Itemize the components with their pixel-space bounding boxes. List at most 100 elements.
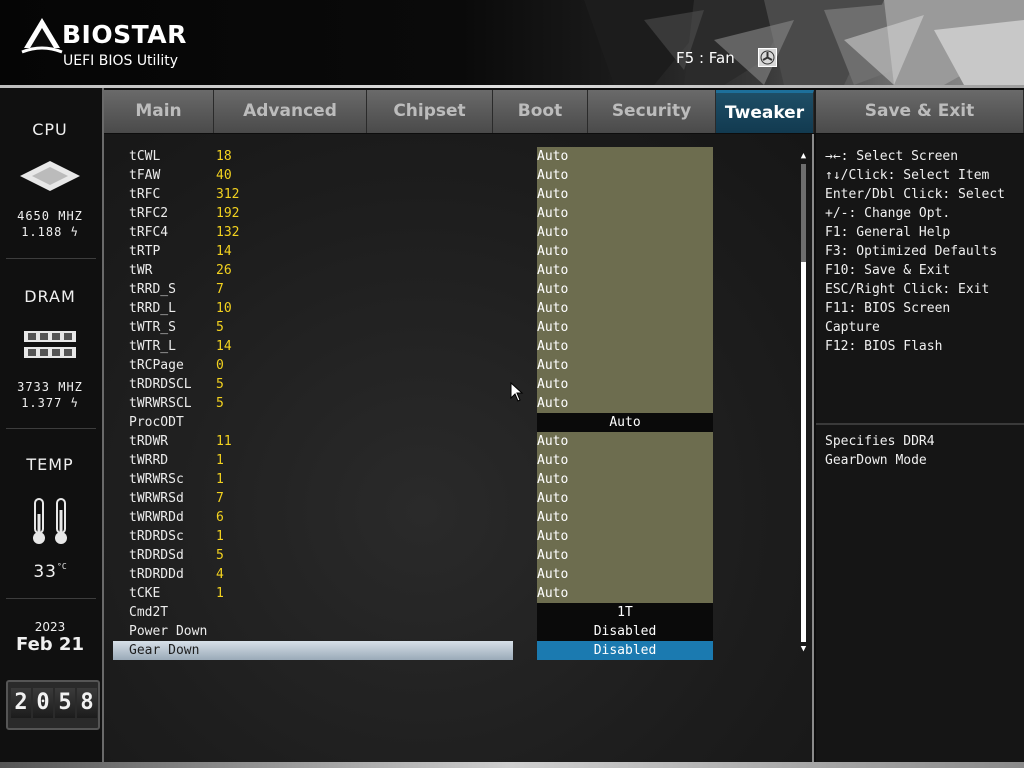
setting-option-field[interactable]: Auto <box>537 299 713 318</box>
scrollbar-thumb[interactable] <box>801 262 806 642</box>
setting-row[interactable]: tRDRDSCL 5 Auto <box>104 375 804 394</box>
setting-row[interactable]: Gear Down Disabled <box>104 641 804 660</box>
setting-row[interactable]: tRTP 14 Auto <box>104 242 804 261</box>
mouse-pointer-icon <box>510 382 524 402</box>
setting-row[interactable]: tWRRD 1 Auto <box>104 451 804 470</box>
cpu-chip-icon <box>20 161 80 191</box>
setting-row[interactable]: tWR 26 Auto <box>104 261 804 280</box>
setting-option-field[interactable]: Auto <box>537 261 713 280</box>
voltage-bolt-icon: ϟ <box>70 225 79 239</box>
setting-label: tRFC2 <box>129 206 169 221</box>
setting-label: Gear Down <box>129 643 200 658</box>
setting-row[interactable]: tRFC4 132 Auto <box>104 223 804 242</box>
tab-main[interactable]: Main <box>104 90 214 133</box>
setting-option-field[interactable]: Auto <box>537 432 713 451</box>
setting-row[interactable]: tWRWRSd 7 Auto <box>104 489 804 508</box>
setting-option-field[interactable]: Auto <box>537 204 713 223</box>
setting-current-value: 1 <box>216 472 224 487</box>
setting-option-field[interactable]: Disabled <box>537 622 713 641</box>
setting-current-value: 1 <box>216 586 224 601</box>
setting-option-field[interactable]: Auto <box>537 375 713 394</box>
setting-row[interactable]: tRCPage 0 Auto <box>104 356 804 375</box>
setting-row[interactable]: ProcODT Auto <box>104 413 804 432</box>
setting-option-field[interactable]: Auto <box>537 584 713 603</box>
tab-advanced[interactable]: Advanced <box>214 90 367 133</box>
help-key-line: F10: Save & Exit <box>825 263 951 278</box>
setting-row[interactable]: tCKE 1 Auto <box>104 584 804 603</box>
setting-row[interactable]: tWTR_L 14 Auto <box>104 337 804 356</box>
setting-label: tWTR_L <box>129 339 176 354</box>
setting-row[interactable]: Power Down Disabled <box>104 622 804 641</box>
setting-current-value: 5 <box>216 377 224 392</box>
setting-row[interactable]: tWRWRDd 6 Auto <box>104 508 804 527</box>
scroll-up-arrow-icon[interactable]: ▲ <box>799 152 808 161</box>
help-key-line: F3: Optimized Defaults <box>825 244 998 259</box>
setting-option-field[interactable]: Auto <box>537 337 713 356</box>
setting-option-field[interactable]: Disabled <box>537 641 713 660</box>
setting-option-field[interactable]: Auto <box>537 242 713 261</box>
setting-label: tRDRDSc <box>129 529 184 544</box>
setting-current-value: 1 <box>216 529 224 544</box>
setting-current-value: 18 <box>216 149 232 164</box>
tab-save-exit[interactable]: Save & Exit <box>816 90 1024 133</box>
setting-option-field[interactable]: Auto <box>537 508 713 527</box>
setting-label: tRDRDDd <box>129 567 184 582</box>
setting-row[interactable]: tFAW 40 Auto <box>104 166 804 185</box>
dram-readouts: 3733 MHZ 1.377 ϟ <box>0 379 100 411</box>
setting-option-field[interactable]: Auto <box>537 451 713 470</box>
setting-option-field[interactable]: Auto <box>537 394 713 413</box>
bios-subtitle: UEFI BIOS Utility <box>63 53 178 69</box>
clock-digit: 2 <box>11 688 31 718</box>
setting-current-value: 5 <box>216 396 224 411</box>
setting-current-value: 11 <box>216 434 232 449</box>
setting-label: tWRWRSCL <box>129 396 192 411</box>
tab-bar: Main Advanced Chipset Boot Security Twea… <box>104 90 1024 133</box>
setting-option-field[interactable]: Auto <box>537 489 713 508</box>
status-sidebar: CPU 4650 MHZ 1.188 ϟ DRAM 3733 MHZ 1.377… <box>0 88 104 762</box>
setting-option-field[interactable]: Auto <box>537 527 713 546</box>
setting-row[interactable]: tRFC 312 Auto <box>104 185 804 204</box>
setting-label: tRRD_L <box>129 301 176 316</box>
setting-row[interactable]: tRDRDDd 4 Auto <box>104 565 804 584</box>
dram-section: DRAM <box>0 287 100 306</box>
setting-row[interactable]: tWRWRSc 1 Auto <box>104 470 804 489</box>
tab-security[interactable]: Security <box>588 90 716 133</box>
settings-panel: tCWL 18 Auto tFAW 40 Auto tRFC 312 Auto tRFC2 192 A… <box>104 134 814 762</box>
setting-option-field[interactable]: Auto <box>537 565 713 584</box>
setting-row[interactable]: tRDRDSc 1 Auto <box>104 527 804 546</box>
fan-icon[interactable] <box>758 48 777 67</box>
setting-row[interactable]: tRDWR 11 Auto <box>104 432 804 451</box>
setting-option-field[interactable]: Auto <box>537 147 713 166</box>
scroll-down-arrow-icon[interactable]: ▼ <box>799 645 808 654</box>
temp-unit: °C <box>57 562 67 571</box>
setting-option-field[interactable]: Auto <box>537 185 713 204</box>
setting-row[interactable]: tCWL 18 Auto <box>104 147 804 166</box>
setting-option-field[interactable]: Auto <box>537 166 713 185</box>
cpu-section: CPU <box>0 120 100 139</box>
cpu-voltage-value: 1.188 <box>21 225 63 239</box>
setting-row[interactable]: tRFC2 192 Auto <box>104 204 804 223</box>
help-key-line: F12: BIOS Flash <box>825 339 943 354</box>
setting-option-field[interactable]: Auto <box>537 470 713 489</box>
setting-current-value: 1 <box>216 453 224 468</box>
tab-tweaker[interactable]: Tweaker <box>716 90 814 133</box>
date-section: 2023 Feb 21 <box>0 620 100 655</box>
setting-option-field[interactable]: Auto <box>537 223 713 242</box>
setting-label: tWRWRSc <box>129 472 184 487</box>
setting-option-field[interactable]: Auto <box>537 318 713 337</box>
setting-row[interactable]: tWRWRSCL 5 Auto <box>104 394 804 413</box>
setting-row[interactable]: tRRD_S 7 Auto <box>104 280 804 299</box>
tab-boot[interactable]: Boot <box>493 90 588 133</box>
setting-label: Cmd2T <box>129 605 169 620</box>
setting-row[interactable]: Cmd2T 1T <box>104 603 804 622</box>
setting-option-field[interactable]: 1T <box>537 603 713 622</box>
setting-row[interactable]: tWTR_S 5 Auto <box>104 318 804 337</box>
setting-option-field[interactable]: Auto <box>537 413 713 432</box>
dram-voltage-value: 1.377 <box>21 396 63 410</box>
setting-option-field[interactable]: Auto <box>537 356 713 375</box>
setting-option-field[interactable]: Auto <box>537 280 713 299</box>
tab-chipset[interactable]: Chipset <box>367 90 493 133</box>
setting-row[interactable]: tRRD_L 10 Auto <box>104 299 804 318</box>
setting-row[interactable]: tRDRDSd 5 Auto <box>104 546 804 565</box>
setting-option-field[interactable]: Auto <box>537 546 713 565</box>
